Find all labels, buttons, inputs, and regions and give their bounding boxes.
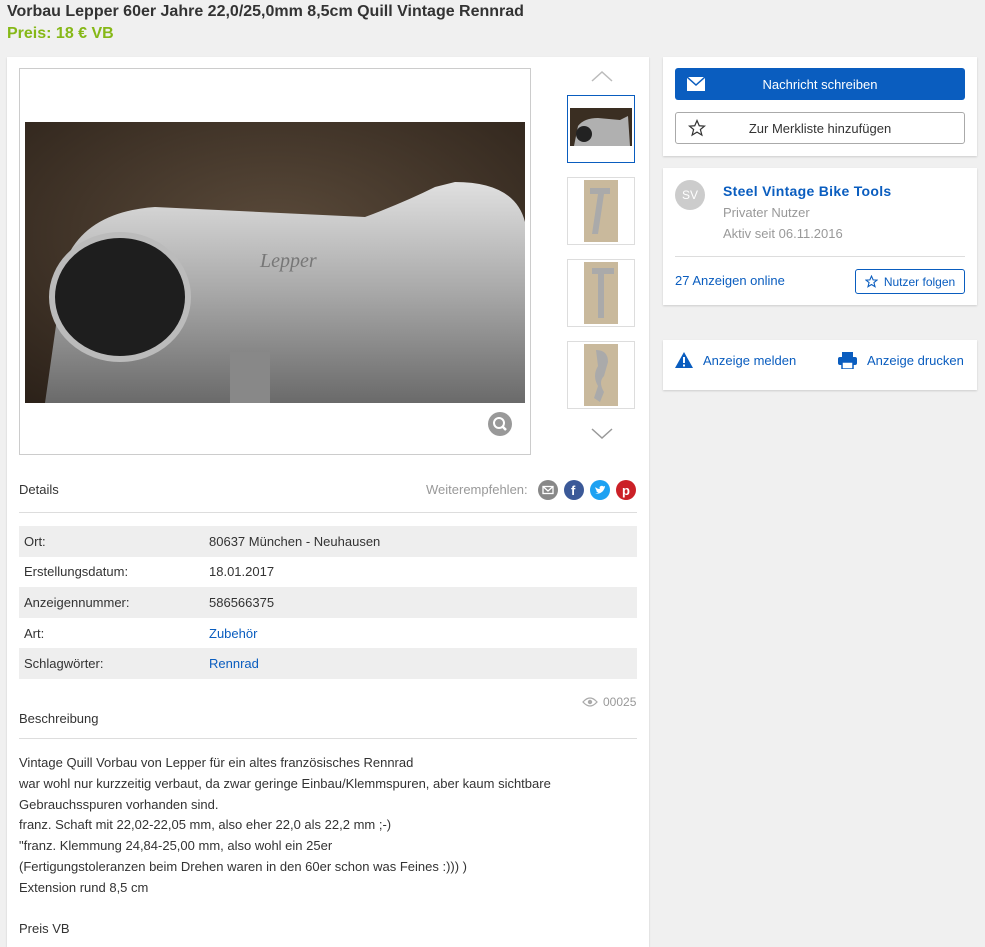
description-line: "franz. Klemmung 24,84-25,00 mm, also wo… — [19, 838, 333, 854]
divider — [19, 738, 637, 739]
print-ad-link[interactable]: Anzeige drucken — [838, 352, 964, 369]
table-row: Anzeigennummer: 586566375 — [19, 587, 637, 618]
watchlist-button-label: Zur Merkliste hinzufügen — [748, 120, 892, 136]
description-line: war wohl nur kurzzeitig verbaut, da zwar… — [19, 775, 551, 791]
mail-icon[interactable] — [538, 480, 558, 500]
view-count: 00025 — [603, 695, 637, 709]
listing-price: Preis: 18 € VB — [7, 25, 114, 42]
description-line: Vintage Quill Vorbau von Lepper für ein … — [19, 755, 414, 770]
report-ad-label: Anzeige melden — [703, 352, 797, 368]
main-photo[interactable]: Lepper — [25, 122, 525, 403]
thumbnail-1[interactable] — [567, 95, 635, 163]
detail-value: 80637 München - Neuhausen — [204, 526, 637, 557]
svg-text:f: f — [571, 483, 576, 498]
ads-online-link[interactable]: 27 Anzeigen online — [675, 273, 785, 288]
report-card: Anzeige melden Anzeige drucken — [663, 340, 977, 390]
table-row: Erstellungsdatum: 18.01.2017 — [19, 557, 637, 588]
seller-active-since: Aktiv seit 06.11.2016 — [723, 226, 843, 241]
description-line: Gebrauchsspuren vorhanden sind. — [19, 796, 219, 812]
detail-value: 18.01.2017 — [209, 564, 275, 580]
table-row: Art: Zubehör — [19, 618, 637, 649]
details-table: Ort: 80637 München - Neuhausen Erstellun… — [19, 526, 637, 679]
seller-card: SV Steel Vintage Bike Tools Privater Nut… — [663, 168, 977, 305]
pinterest-icon[interactable]: p — [616, 480, 636, 500]
detail-key: Anzeigennummer: — [19, 587, 204, 618]
detail-key: Art: — [24, 625, 45, 641]
message-button[interactable]: Nachricht schreiben — [675, 68, 965, 100]
detail-key: Schlagwörter: — [19, 648, 204, 679]
envelope-icon — [687, 77, 705, 91]
divider — [19, 512, 637, 513]
description-line: (Fertigungstoleranzen beim Drehen waren … — [19, 858, 467, 874]
seller-name-link[interactable]: Steel Vintage Bike Tools — [723, 183, 892, 199]
description-heading: Beschreibung — [19, 711, 99, 726]
table-row: Schlagwörter: Rennrad — [19, 648, 637, 679]
description-line: franz. Schaft mit 22,02-22,05 mm, also e… — [19, 817, 392, 833]
watchlist-button[interactable]: Zur Merkliste hinzufügen — [675, 112, 965, 144]
svg-text:Lepper: Lepper — [259, 250, 317, 272]
divider — [675, 256, 965, 257]
thumbnail-4[interactable] — [567, 341, 635, 409]
report-ad-link[interactable]: Anzeige melden — [675, 352, 796, 368]
chevron-down-icon[interactable] — [590, 427, 614, 441]
listing-main-card: Lepper Details Weiterempfehlen: f p Ort:… — [7, 57, 649, 947]
detail-key: Erstellungsdatum: — [24, 564, 129, 580]
description-line: Extension rund 8,5 cm — [19, 879, 149, 895]
print-ad-label: Anzeige drucken — [867, 353, 964, 368]
detail-value: 586566375 — [204, 587, 637, 618]
description-text: Vintage Quill Vorbau von Lepper für ein … — [19, 753, 619, 940]
star-icon — [688, 119, 706, 137]
description-line: Preis VB — [19, 921, 70, 937]
detail-key: Ort: — [19, 526, 204, 557]
share-label: Weiterempfehlen: — [426, 482, 528, 497]
follow-user-button[interactable]: Nutzer folgen — [855, 269, 965, 294]
facebook-icon[interactable]: f — [564, 480, 584, 500]
contact-card: Nachricht schreiben Zur Merkliste hinzuf… — [663, 57, 977, 156]
category-link[interactable]: Zubehör — [209, 626, 257, 641]
description-line — [19, 899, 619, 920]
avatar: SV — [675, 180, 705, 210]
image-gallery[interactable]: Lepper — [19, 68, 531, 455]
eye-icon — [582, 697, 598, 707]
table-row: Ort: 80637 München - Neuhausen — [19, 526, 637, 557]
star-icon — [864, 275, 878, 288]
twitter-icon[interactable] — [590, 480, 610, 500]
follow-button-label: Nutzer folgen — [883, 274, 956, 289]
thumbnail-3[interactable] — [567, 259, 635, 327]
thumbnail-2[interactable] — [567, 177, 635, 245]
seller-type: Privater Nutzer — [723, 205, 810, 220]
zoom-icon[interactable] — [488, 412, 512, 436]
listing-title: Vorbau Lepper 60er Jahre 22,0/25,0mm 8,5… — [7, 3, 524, 20]
message-button-label: Nachricht schreiben — [762, 76, 878, 92]
svg-text:p: p — [622, 483, 630, 498]
printer-icon — [838, 352, 857, 369]
chevron-up-icon[interactable] — [590, 69, 614, 83]
details-heading: Details — [19, 482, 59, 497]
warning-icon — [675, 352, 693, 368]
view-counter: 00025 — [582, 695, 636, 709]
tag-link[interactable]: Rennrad — [209, 656, 259, 671]
